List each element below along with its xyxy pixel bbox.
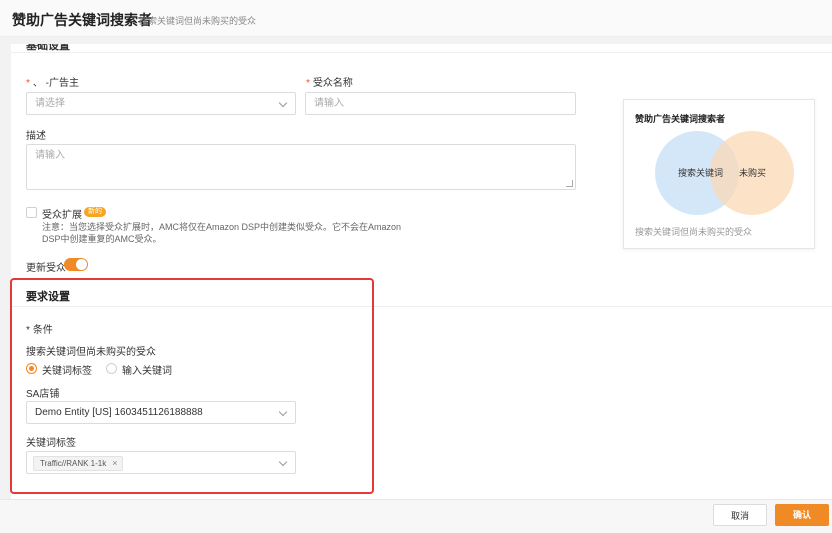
venn-caption: 搜索关键词但尚未购买的受众: [635, 227, 753, 237]
condition-label: * 条件: [26, 325, 53, 336]
new-badge: 新的: [84, 207, 106, 217]
condition-text: 搜索关键词但尚未购买的受众: [26, 347, 156, 358]
required-mark: *: [26, 78, 30, 89]
venn-left-label: 搜索关键词: [678, 167, 723, 178]
description-placeholder: 请输入: [35, 150, 65, 161]
description-textarea[interactable]: 请输入: [26, 144, 576, 190]
audience-name-input[interactable]: 请输入: [305, 92, 576, 115]
cancel-button[interactable]: 取消: [713, 504, 767, 526]
page-title: 赞助广告关键词搜索者: [12, 12, 152, 28]
audience-expansion-checkbox[interactable]: [26, 207, 37, 218]
store-label: SA店铺: [26, 389, 60, 400]
radio-input-keywords-label[interactable]: 输入关键词: [122, 362, 172, 377]
update-audience-toggle[interactable]: [64, 258, 88, 271]
radio-keyword-tags[interactable]: [26, 363, 37, 374]
store-value: Demo Entity [US] 1603451126188888: [35, 407, 203, 418]
chevron-down-icon: [278, 98, 288, 108]
audience-name-placeholder: 请输入: [314, 98, 344, 109]
required-mark: *: [26, 325, 30, 336]
keyword-tags-select[interactable]: Traffic//RANK 1-1k ×: [26, 451, 296, 474]
description-label: 描述: [26, 131, 46, 142]
update-audience-label: 更新受众: [26, 263, 66, 274]
footer-bar: [0, 499, 832, 533]
section-divider: [11, 52, 832, 53]
resize-handle[interactable]: [566, 180, 573, 187]
audience-name-label: * 受众名称: [306, 78, 353, 89]
chevron-down-icon: [278, 457, 288, 467]
audience-expansion-label: 受众扩展: [42, 210, 82, 221]
keyword-tags-label: 关键词标签: [26, 438, 76, 449]
keyword-tag: Traffic//RANK 1-1k ×: [33, 456, 123, 471]
confirm-button[interactable]: 确认: [775, 504, 829, 526]
toggle-knob: [76, 259, 87, 270]
radio-input-keywords[interactable]: [106, 363, 117, 374]
keyword-tag-text: Traffic//RANK 1-1k: [40, 459, 107, 468]
section-divider: [11, 306, 832, 307]
store-select[interactable]: Demo Entity [US] 1603451126188888: [26, 401, 296, 424]
page-subtitle: 搜索关键词但尚未购买的受众: [139, 16, 257, 26]
requirements-title: 要求设置: [26, 291, 70, 303]
venn-card: 赞助广告关键词搜索者 搜索关键词 未购买 搜索关键词但尚未购买的受众: [623, 99, 815, 249]
advertiser-placeholder: 请选择: [35, 98, 65, 109]
title-bar: 赞助广告关键词搜索者 搜索关键词但尚未购买的受众: [0, 0, 832, 37]
required-mark: *: [306, 78, 310, 89]
venn-right-label: 未购买: [739, 167, 766, 178]
advertiser-label: *、 -广告主: [26, 78, 80, 89]
advertiser-select[interactable]: 请选择: [26, 92, 296, 115]
audience-expansion-note: 注意：当您选择受众扩展时，AMC将仅在Amazon DSP中创建类似受众。它不会…: [42, 222, 402, 244]
tag-close-icon[interactable]: ×: [112, 458, 117, 468]
chevron-down-icon: [278, 407, 288, 417]
radio-keyword-tags-label[interactable]: 关键词标签: [42, 362, 92, 377]
